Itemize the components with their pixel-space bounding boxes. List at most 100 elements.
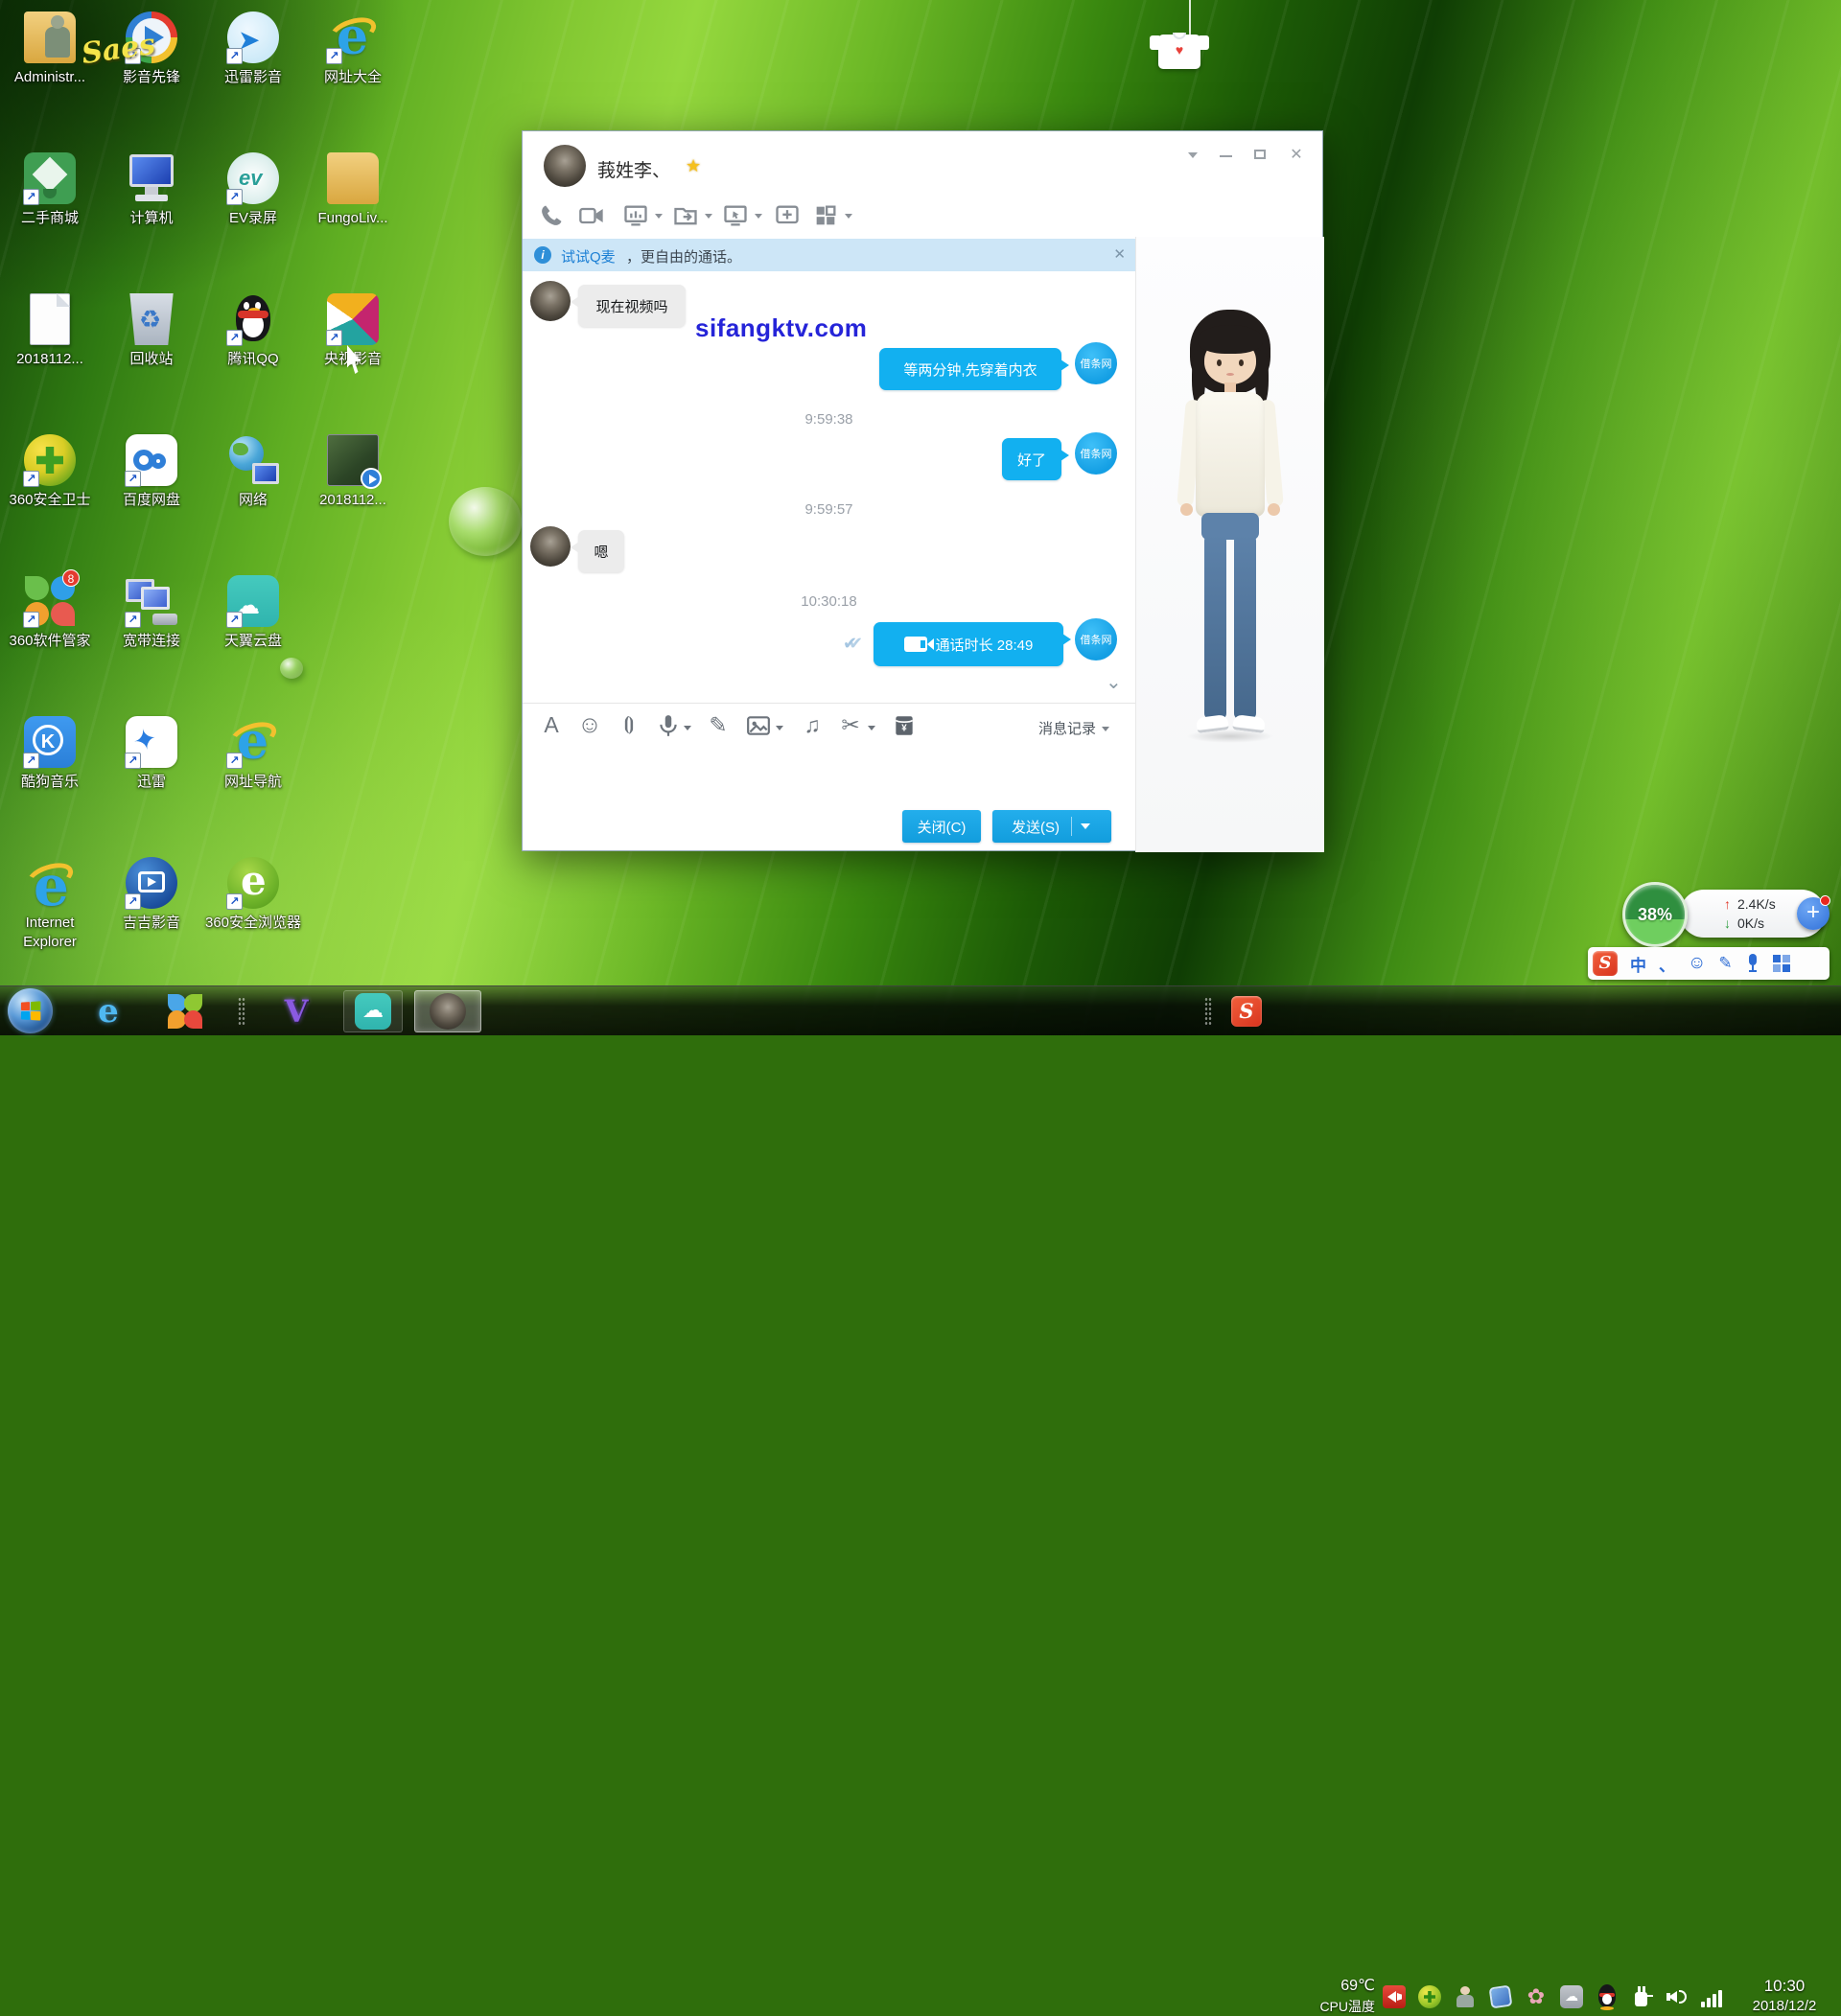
dew-drop: [449, 487, 522, 556]
peer-avatar[interactable]: [544, 145, 586, 187]
tray-doctor-icon[interactable]: [1452, 1983, 1479, 2010]
message-bubble-left: 现在视频吗: [578, 285, 686, 327]
desktop-icon-xunlei[interactable]: ✦↗ 迅雷: [102, 716, 201, 792]
notice-close-icon[interactable]: ✕: [1113, 245, 1126, 263]
taskbar-cloud-button[interactable]: ☁: [343, 990, 403, 1032]
self-avatar[interactable]: 借条网: [1075, 618, 1117, 660]
taskbar-sogou-button[interactable]: [155, 990, 215, 1032]
ime-handwriting-icon[interactable]: ✎: [1718, 954, 1732, 973]
upload-speed: ↑2.4K/s: [1724, 896, 1776, 912]
desktop-icon-ev[interactable]: ev↗ EV录屏: [203, 152, 303, 228]
voice-call-icon[interactable]: [538, 202, 567, 231]
desktop-icon-360safe[interactable]: ↗ 360安全卫士: [0, 434, 100, 510]
desktop-icon-xunleiyingyin[interactable]: ➤↗ 迅雷影音: [203, 12, 303, 87]
video-call-icon[interactable]: [578, 202, 607, 231]
minimize-button[interactable]: [1213, 145, 1238, 166]
desktop-icon-qq[interactable]: ↗ 腾讯QQ: [203, 293, 303, 369]
peer-message-avatar[interactable]: [530, 281, 571, 321]
tray-power-plug-icon[interactable]: [1629, 1983, 1656, 2010]
send-image-icon[interactable]: [743, 710, 774, 741]
call-duration-bubble[interactable]: 通话时长 28:49: [874, 622, 1063, 666]
tray-flower-icon[interactable]: ✿: [1523, 1983, 1550, 2010]
send-file-caret[interactable]: [705, 214, 712, 219]
desktop-icon-video-file[interactable]: 2018112...: [303, 434, 403, 510]
remote-desktop-caret[interactable]: [755, 214, 762, 219]
icon-label: Internet Explorer: [0, 914, 100, 951]
desktop-icon-dialup[interactable]: ↗ 宽带连接: [102, 575, 201, 651]
tray-announce-icon[interactable]: [1381, 1983, 1408, 2010]
desktop-icon-360store[interactable]: 8 ↗ 360软件管家: [0, 575, 100, 651]
music-icon[interactable]: ♫: [797, 710, 827, 741]
360-safe-icon: ↗: [24, 434, 76, 486]
tray-folder-sync-icon[interactable]: [1487, 1983, 1514, 2010]
message-history-button[interactable]: 消息记录: [1038, 718, 1109, 738]
desktop-icon-ershoushangcheng[interactable]: ↗ 二手商城: [0, 152, 100, 228]
self-avatar[interactable]: 借条网: [1075, 342, 1117, 384]
screen-share-icon[interactable]: [622, 202, 651, 231]
audio-message-caret[interactable]: [684, 726, 691, 730]
audio-message-icon[interactable]: [653, 710, 684, 741]
window-menu-button[interactable]: [1180, 145, 1205, 166]
desktop-icon-fungolive[interactable]: FungoLiv...: [303, 152, 403, 228]
ime-punctuation[interactable]: 、: [1659, 952, 1675, 976]
send-file-icon[interactable]: [672, 202, 701, 231]
cpu-temp-block[interactable]: 69℃ CPU温度: [1275, 1976, 1375, 2016]
tray-360-icon[interactable]: [1416, 1983, 1443, 2010]
desktop-icon-tianyi-cloud[interactable]: ☁↗ 天翼云盘: [203, 575, 303, 651]
notice-link[interactable]: 试试Q麦: [561, 246, 616, 266]
tray-volume-icon[interactable]: [1665, 1983, 1691, 2010]
desktop-icon-internet-explorer[interactable]: e Internet Explorer: [0, 857, 100, 951]
desktop-icon-wangzhidaohang[interactable]: e↗ 网址导航: [203, 716, 303, 792]
create-group-icon[interactable]: [774, 202, 803, 231]
self-avatar[interactable]: 借条网: [1075, 432, 1117, 475]
font-style-icon[interactable]: A: [536, 710, 567, 741]
apps-grid-icon[interactable]: [812, 202, 841, 231]
taskbar-clock[interactable]: 10:30 2018/12/2: [1732, 1977, 1837, 2014]
send-options-caret[interactable]: [1081, 823, 1090, 829]
ime-language-chinese[interactable]: 中: [1630, 952, 1646, 976]
taskbar-chat-button[interactable]: [414, 990, 481, 1032]
tray-cloud-sync-icon[interactable]: ☁: [1558, 1983, 1585, 2010]
close-button[interactable]: ✕: [1284, 145, 1309, 166]
send-button[interactable]: 发送(S): [992, 810, 1111, 843]
desktop-icon-360browser[interactable]: e↗ 360安全浏览器: [203, 857, 303, 933]
memory-ball[interactable]: 38%: [1622, 882, 1688, 947]
desktop-icon-baidupan[interactable]: ↗ 百度网盘: [102, 434, 201, 510]
sogou-logo-icon[interactable]: S: [1593, 951, 1618, 976]
peer-message-avatar[interactable]: [530, 526, 571, 567]
desktop-icon-recycle-bin[interactable]: ♻ 回收站: [102, 293, 201, 369]
ime-voice-icon[interactable]: [1747, 954, 1759, 973]
red-packet-icon[interactable]: ¥: [889, 710, 920, 741]
screen-share-caret[interactable]: [655, 214, 663, 219]
desktop-icon-jiji[interactable]: ↗ 吉吉影音: [102, 857, 201, 933]
desktop-icon-kugou[interactable]: K↗ 酷狗音乐: [0, 716, 100, 792]
scroll-down-icon[interactable]: ⌄: [1106, 670, 1122, 694]
apps-grid-caret[interactable]: [845, 214, 852, 219]
sogou-ime-bar[interactable]: S 中 、 ☺ ✎: [1588, 947, 1829, 980]
send-image-caret[interactable]: [776, 726, 783, 730]
tray-overflow-dots[interactable]: [1204, 997, 1212, 1026]
ime-toolbox-icon[interactable]: [1773, 955, 1790, 972]
desktop-icon-document[interactable]: 2018112...: [0, 293, 100, 369]
close-chat-button[interactable]: 关闭(C): [902, 810, 981, 843]
window-shake-icon[interactable]: ⦗⦘: [613, 710, 643, 741]
taskbar-vagaa-button[interactable]: V: [267, 990, 326, 1032]
desktop-icon-yingyinxianfeng[interactable]: ↗ Saes 影音先锋: [102, 12, 201, 87]
desktop-icon-wangzhidaquan[interactable]: e↗ 网址大全: [303, 12, 403, 87]
taskbar-ie-button[interactable]: e: [79, 990, 138, 1032]
tray-network-signal-icon[interactable]: [1700, 1983, 1727, 2010]
screenshot-scissors-icon[interactable]: ✂: [835, 710, 866, 741]
screenshot-caret[interactable]: [868, 726, 875, 730]
remote-desktop-icon[interactable]: [722, 202, 751, 231]
video-camera-icon: [904, 637, 927, 652]
desktop-icon-network[interactable]: 网络: [203, 434, 303, 510]
emoji-icon[interactable]: ☺: [574, 710, 605, 741]
maximize-button[interactable]: [1247, 145, 1272, 166]
tray-qq-icon[interactable]: [1594, 1983, 1620, 2010]
ime-emoji-icon[interactable]: ☺: [1688, 953, 1706, 974]
handwriting-icon[interactable]: ✎: [703, 710, 734, 741]
accelerate-plus-button[interactable]: +: [1797, 897, 1829, 930]
start-button[interactable]: [8, 988, 53, 1033]
tray-sogou-icon[interactable]: S: [1231, 996, 1262, 1027]
desktop-icon-computer[interactable]: 计算机: [102, 152, 201, 228]
